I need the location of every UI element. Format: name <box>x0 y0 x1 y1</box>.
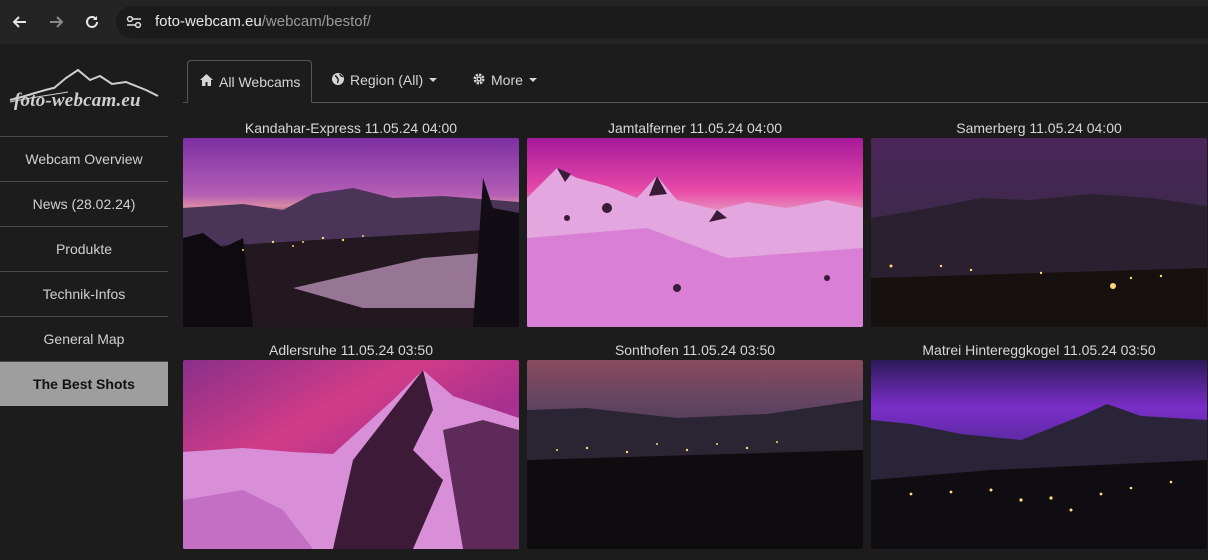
sidebar-item-technik-infos[interactable]: Technik-Infos <box>0 271 168 316</box>
sidebar-item-general-map[interactable]: General Map <box>0 316 168 361</box>
webcam-image-sonthofen[interactable] <box>527 360 863 549</box>
reload-icon[interactable] <box>80 10 104 34</box>
forward-arrow-icon[interactable] <box>44 10 68 34</box>
webcam-image-kandahar-express[interactable] <box>183 138 519 327</box>
tab-more[interactable]: More <box>472 60 537 100</box>
sidebar-item-produkte[interactable]: Produkte <box>0 226 168 271</box>
page: foto-webcam.eu Webcam Overview News (28.… <box>0 44 1208 560</box>
webcam-title[interactable]: Matrei Hintereggkogel 11.05.24 03:50 <box>871 340 1207 360</box>
address-bar[interactable]: foto-webcam.eu/webcam/bestof/ <box>116 6 1208 38</box>
sidebar-item-label: Technik-Infos <box>42 286 126 302</box>
sidebar-item-label: News (28.02.24) <box>32 196 136 212</box>
tab-bar: All Webcams Region (All) More <box>183 60 1208 103</box>
webcam-title[interactable]: Jamtalferner 11.05.24 04:00 <box>527 118 863 138</box>
sidebar-item-label: Webcam Overview <box>25 151 143 167</box>
webcam-tile[interactable]: Matrei Hintereggkogel 11.05.24 03:50 <box>871 340 1207 549</box>
webcam-tile[interactable]: Adlersruhe 11.05.24 03:50 <box>183 340 519 549</box>
sidebar-item-label: Produkte <box>55 241 113 257</box>
globe-icon <box>331 72 345 89</box>
webcam-image-jamtalferner[interactable] <box>527 138 863 327</box>
url-path: /webcam/bestof/ <box>261 13 371 30</box>
main-content: All Webcams Region (All) More Kandahar-E… <box>183 44 1208 560</box>
webcam-tile[interactable]: Sonthofen 11.05.24 03:50 <box>527 340 863 549</box>
chevron-down-icon <box>528 78 537 82</box>
gear-icon <box>472 72 486 89</box>
tab-label: More <box>491 72 523 88</box>
webcam-tile[interactable]: Jamtalferner 11.05.24 04:00 <box>527 118 863 327</box>
site-settings-icon[interactable] <box>126 15 142 29</box>
webcam-title[interactable]: Kandahar-Express 11.05.24 04:00 <box>183 118 519 138</box>
sidebar-item-webcam-overview[interactable]: Webcam Overview <box>0 136 168 181</box>
logo-text[interactable]: foto-webcam.eu <box>14 90 141 112</box>
home-icon <box>199 73 214 90</box>
chevron-down-icon <box>429 78 438 82</box>
sidebar-item-best-shots[interactable]: The Best Shots <box>0 361 168 406</box>
browser-toolbar: foto-webcam.eu/webcam/bestof/ <box>0 0 1208 44</box>
back-arrow-icon[interactable] <box>8 10 32 34</box>
webcam-title[interactable]: Samerberg 11.05.24 04:00 <box>871 118 1207 138</box>
url-text: foto-webcam.eu/webcam/bestof/ <box>155 13 371 30</box>
sidebar: foto-webcam.eu Webcam Overview News (28.… <box>0 44 168 560</box>
tab-all-webcams[interactable]: All Webcams <box>187 60 313 103</box>
url-domain: foto-webcam.eu <box>155 13 262 30</box>
webcam-tile[interactable]: Samerberg 11.05.24 04:00 <box>871 118 1207 327</box>
tab-label: All Webcams <box>219 73 301 90</box>
sidebar-menu: Webcam Overview News (28.02.24) Produkte… <box>0 136 168 406</box>
sidebar-item-label: The Best Shots <box>33 376 135 392</box>
webcam-image-samerberg[interactable] <box>871 138 1207 327</box>
webcam-image-matrei-hintereggkogel[interactable] <box>871 360 1207 549</box>
tab-label: Region (All) <box>350 72 424 88</box>
webcam-title[interactable]: Sonthofen 11.05.24 03:50 <box>527 340 863 360</box>
webcam-title[interactable]: Adlersruhe 11.05.24 03:50 <box>183 340 519 360</box>
sidebar-item-news[interactable]: News (28.02.24) <box>0 181 168 226</box>
sidebar-item-label: General Map <box>43 331 125 347</box>
tab-region[interactable]: Region (All) <box>331 60 438 100</box>
webcam-image-adlersruhe[interactable] <box>183 360 519 549</box>
webcam-tile[interactable]: Kandahar-Express 11.05.24 04:00 <box>183 118 519 327</box>
